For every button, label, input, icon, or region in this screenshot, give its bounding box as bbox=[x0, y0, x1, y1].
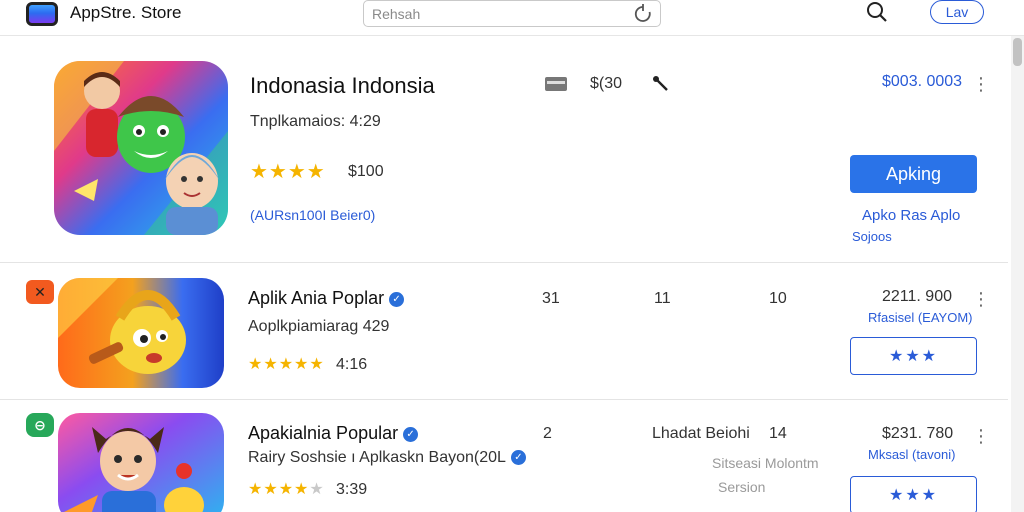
rate-app-button[interactable]: ★★★ bbox=[850, 337, 977, 375]
app-title-text[interactable]: Apakialnia Popular bbox=[248, 423, 398, 443]
more-icon[interactable]: ⋮ bbox=[972, 290, 990, 308]
featured-app-rating-label: $100 bbox=[348, 163, 384, 180]
app-subtitle: Aoplkpiamiarag 429 bbox=[248, 318, 390, 335]
app-store-icon bbox=[26, 2, 58, 26]
verified-icon: ✓ bbox=[389, 291, 405, 307]
refresh-icon[interactable] bbox=[632, 3, 654, 25]
app-title[interactable]: Apakialnia Popular ✓ bbox=[248, 423, 419, 444]
app-title: AppStre. Store bbox=[70, 3, 182, 22]
featured-app-row[interactable]: Indonasia Indonsia Tnplkamaios: 4:29 ★★★… bbox=[0, 37, 1008, 263]
app-column-2: Lhadat Beiohi bbox=[652, 425, 750, 442]
search-input[interactable] bbox=[372, 4, 622, 24]
app-list-item[interactable]: ⊖ Apakialnia Popular ✓ Rairy Soshsie ı Ap… bbox=[0, 401, 1008, 512]
app-subtitle: Rairy Soshsie ı Aplkaskn Bayon(20L ✓ bbox=[248, 449, 526, 467]
app-faded-text: Sitseasi Molontm bbox=[712, 455, 819, 471]
featured-meta-price: $(30 bbox=[590, 75, 623, 92]
app-title-text[interactable]: Aplik Ania Poplar bbox=[248, 288, 384, 308]
app-stars: ★★★★★ bbox=[248, 481, 325, 498]
app-rating-label: 3:39 bbox=[336, 481, 368, 498]
app-column-3: 14 bbox=[769, 425, 787, 442]
rank-badge: ⊖ bbox=[26, 413, 54, 437]
featured-app-thumbnail[interactable] bbox=[54, 61, 228, 235]
featured-app-title[interactable]: Indonasia Indonsia bbox=[250, 73, 435, 99]
verified-icon: ✓ bbox=[510, 450, 526, 466]
app-price-sub: Rfasisel (EAYOM) bbox=[868, 310, 973, 325]
get-app-button[interactable]: Apking bbox=[850, 155, 977, 193]
featured-app-stars: ★★★★ bbox=[250, 161, 326, 183]
app-column-1: 31 bbox=[542, 290, 560, 307]
search-box[interactable] bbox=[363, 0, 661, 27]
app-faded-text-2: Sersion bbox=[718, 479, 766, 495]
verified-icon: ✓ bbox=[403, 426, 419, 442]
app-column-2: 11 bbox=[654, 290, 671, 307]
card-icon bbox=[545, 77, 567, 91]
featured-app-subtitle: Tnplkamaios: 4:29 bbox=[250, 113, 381, 130]
app-column-1: 2 bbox=[543, 425, 552, 442]
top-bar: AppStre. Store Lav bbox=[0, 0, 1024, 36]
rank-badge: ✕ bbox=[26, 280, 54, 304]
app-column-3: 10 bbox=[769, 290, 787, 307]
app-list-item[interactable]: ✕ Aplik Ania Poplar ✓ Aoplkpiamiarag 429 … bbox=[0, 264, 1008, 400]
featured-app-price: $003. 0003 bbox=[882, 73, 963, 90]
featured-side-link[interactable]: Apko Ras Aplo bbox=[862, 207, 960, 224]
language-button[interactable]: Lav bbox=[930, 0, 984, 24]
search-icon[interactable] bbox=[864, 0, 890, 24]
app-thumbnail[interactable] bbox=[58, 278, 224, 388]
more-icon[interactable]: ⋮ bbox=[972, 427, 990, 445]
app-subtitle-text: Rairy Soshsie ı Aplkaskn Bayon(20L bbox=[248, 449, 506, 466]
app-stars: ★★★★★ bbox=[248, 356, 325, 373]
scrollbar-thumb[interactable] bbox=[1013, 38, 1022, 66]
featured-app-link[interactable]: (AURsn100I Beier0) bbox=[250, 207, 375, 223]
rate-app-button[interactable]: ★★★ bbox=[850, 476, 977, 512]
app-price-sub: Mksasl (tavoni) bbox=[868, 447, 956, 462]
more-icon[interactable]: ⋮ bbox=[972, 75, 990, 93]
app-rating-label: 4:16 bbox=[336, 356, 368, 373]
featured-side-link-2[interactable]: Sojoos bbox=[852, 229, 892, 244]
wrench-icon bbox=[653, 76, 668, 91]
app-thumbnail[interactable] bbox=[58, 413, 224, 512]
app-price: 2211. 900 bbox=[882, 288, 952, 305]
app-price: $231. 780 bbox=[882, 425, 954, 442]
app-title[interactable]: Aplik Ania Poplar ✓ bbox=[248, 288, 405, 309]
scrollbar-track[interactable] bbox=[1011, 36, 1024, 512]
